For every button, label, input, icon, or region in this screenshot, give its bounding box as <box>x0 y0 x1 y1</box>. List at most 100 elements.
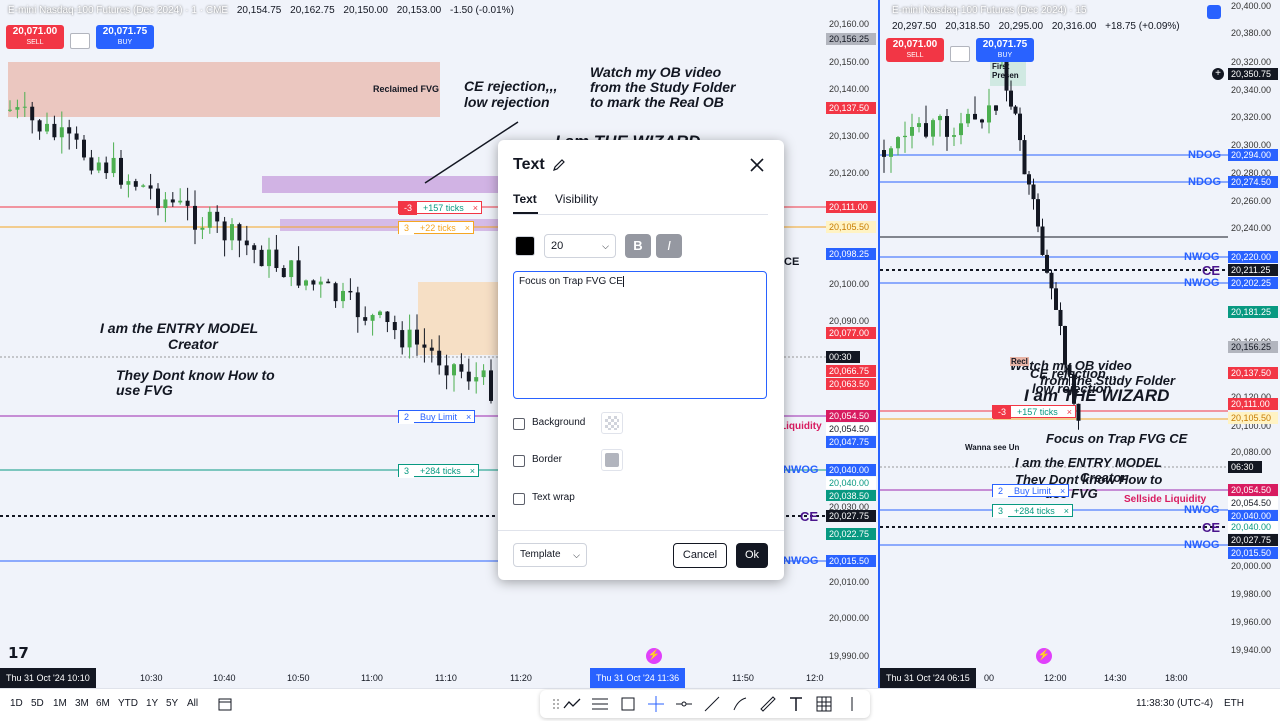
range-all[interactable]: All <box>187 698 198 709</box>
order-buy-limit[interactable]: 2 Buy Limit × <box>398 410 476 424</box>
font-size-select[interactable]: 20 ⌵ <box>544 234 616 258</box>
quantity-box[interactable] <box>70 33 90 49</box>
close-icon[interactable]: × <box>467 465 478 478</box>
ray-icon[interactable] <box>702 694 722 714</box>
creator-label[interactable]: Creator <box>168 336 218 352</box>
tradingview-logo[interactable]: 𝟭𝟳 <box>8 644 29 662</box>
close-icon[interactable]: × <box>463 411 474 424</box>
watch-ob-label-3[interactable]: to mark the Real OB <box>590 94 724 110</box>
range-5y[interactable]: 5Y <box>166 698 178 709</box>
order-target[interactable]: 3 +284 ticks × <box>398 464 480 478</box>
sell-button[interactable]: 20,071.00 SELL <box>886 38 944 62</box>
buy-button[interactable]: 20,071.75 BUY <box>976 38 1034 62</box>
lightning-icon[interactable]: ⚡ <box>646 648 662 664</box>
use-fvg-label[interactable]: use FVG <box>116 382 173 398</box>
order-tp[interactable]: 3 +22 ticks × <box>398 221 475 235</box>
background-checkbox[interactable] <box>513 418 525 430</box>
range-5d[interactable]: 5D <box>31 698 44 709</box>
session-label[interactable]: ETH <box>1224 698 1244 709</box>
cancel-button[interactable]: Cancel <box>673 543 727 568</box>
nwog-label-1[interactable]: NWOG <box>783 464 818 476</box>
recl-label[interactable]: Recl <box>1010 357 1029 366</box>
measure-icon[interactable] <box>758 694 778 714</box>
symbol-title[interactable]: E-mini Nasdaq-100 Futures (Dec 2024) · 1… <box>892 5 1087 16</box>
calendar-icon[interactable] <box>218 697 232 711</box>
brush-icon[interactable] <box>730 694 750 714</box>
border-option[interactable]: Border <box>513 449 763 471</box>
rectangle-icon[interactable] <box>618 694 638 714</box>
close-icon[interactable]: × <box>1061 505 1072 518</box>
order-sl[interactable]: -3 +157 ticks × <box>992 405 1077 419</box>
first-presented-label[interactable]: First Presen <box>992 62 1024 80</box>
range-1d[interactable]: 1D <box>10 698 23 709</box>
sync-icon[interactable] <box>1207 5 1221 19</box>
creator-label[interactable]: Creator <box>1080 470 1126 485</box>
reclaimed-fvg-label[interactable]: Reclaimed FVG <box>373 84 439 94</box>
quantity-box[interactable] <box>950 46 970 62</box>
nwog-label-2[interactable]: NWOG <box>1184 277 1219 289</box>
dont-know-label[interactable]: They Dont know How to <box>116 367 275 383</box>
order-target[interactable]: 3 +284 ticks × <box>992 504 1074 518</box>
watch-ob-label-1[interactable]: Watch my OB video <box>590 64 721 80</box>
template-dropdown[interactable]: Template ⌵ <box>513 543 587 567</box>
right-price-scale[interactable]: 20,400.00 20,380.00 20,340.00 20,320.00 … <box>1228 0 1280 668</box>
more-icon[interactable] <box>842 694 862 714</box>
right-time-axis[interactable]: Thu 31 Oct '24 06:15 00 12:00 14:30 18:0… <box>880 668 1280 688</box>
range-3m[interactable]: 3M <box>75 698 89 709</box>
ndog-label-1[interactable]: NDOG <box>1188 149 1221 161</box>
range-1y[interactable]: 1Y <box>146 698 158 709</box>
wizard-label[interactable]: I am THE WIZARD <box>1024 386 1169 406</box>
liquidity-label[interactable]: Liquidity <box>780 421 822 432</box>
close-icon[interactable]: × <box>462 222 473 235</box>
trend-line-icon[interactable] <box>562 694 582 714</box>
horizontal-line-icon[interactable] <box>674 694 694 714</box>
symbol-title[interactable]: E-mini Nasdaq-100 Futures (Dec 2024) · 1… <box>8 5 228 16</box>
crosshair-icon[interactable] <box>646 694 666 714</box>
close-icon[interactable]: × <box>1064 406 1075 419</box>
entry-model-label[interactable]: I am the ENTRY MODEL <box>1015 455 1162 470</box>
nwog-label-3[interactable]: NWOG <box>1184 504 1219 516</box>
range-6m[interactable]: 6M <box>96 698 110 709</box>
ce-partial-label[interactable]: CE <box>784 256 799 268</box>
bold-button[interactable]: B <box>625 234 651 258</box>
range-ytd[interactable]: YTD <box>118 698 138 709</box>
lightning-icon[interactable]: ⚡ <box>1036 648 1052 664</box>
nwog-label-4[interactable]: NWOG <box>1184 539 1219 551</box>
text-wrap-option[interactable]: Text wrap <box>513 492 763 508</box>
tab-text[interactable]: Text <box>513 192 537 206</box>
order-buy-limit[interactable]: 2 Buy Limit × <box>992 484 1070 498</box>
watch-ob-label-2[interactable]: from the Study Folder <box>590 79 735 95</box>
ce-label-1[interactable]: CE <box>1202 263 1220 278</box>
low-rejection-label[interactable]: low rejection <box>464 94 550 110</box>
right-chart-canvas[interactable] <box>880 0 1280 668</box>
add-alert-icon[interactable]: + <box>1212 68 1224 80</box>
close-icon[interactable]: × <box>1057 485 1068 498</box>
text-input[interactable]: Focus on Trap FVG CE <box>513 271 767 399</box>
table-icon[interactable] <box>814 694 834 714</box>
fib-icon[interactable] <box>590 694 610 714</box>
italic-button[interactable]: I <box>656 234 682 258</box>
ndog-label-2[interactable]: NDOG <box>1188 176 1221 188</box>
border-checkbox[interactable] <box>513 455 525 467</box>
tab-visibility[interactable]: Visibility <box>555 192 598 206</box>
order-sl[interactable]: -3 +157 ticks × <box>398 201 483 215</box>
text-wrap-checkbox[interactable] <box>513 493 525 505</box>
nwog-label-2[interactable]: NWOG <box>783 555 818 567</box>
left-price-scale[interactable]: 20,160.00 20,150.00 20,140.00 20,130.00 … <box>826 0 878 668</box>
right-chart-pane[interactable]: E-mini Nasdaq-100 Futures (Dec 2024) · 1… <box>880 0 1280 688</box>
border-color-swatch[interactable] <box>601 449 623 471</box>
text-tool-icon[interactable] <box>786 694 806 714</box>
entry-model-label[interactable]: I am the ENTRY MODEL <box>100 320 258 336</box>
focus-label[interactable]: Focus on Trap FVG CE <box>1046 431 1187 446</box>
ce-label-2[interactable]: CE <box>1202 520 1220 535</box>
ok-button[interactable]: Ok <box>736 543 768 568</box>
range-1m[interactable]: 1M <box>53 698 67 709</box>
buy-button[interactable]: 20,071.75 BUY <box>96 25 154 49</box>
close-icon[interactable] <box>748 156 766 174</box>
wanna-see-label[interactable]: Wanna see Un <box>965 443 1019 452</box>
nwog-label-1[interactable]: NWOG <box>1184 251 1219 263</box>
ce-rejection-label[interactable]: CE rejection,,, <box>464 78 557 94</box>
pencil-icon[interactable] <box>552 158 566 172</box>
sell-button[interactable]: 20,071.00 SELL <box>6 25 64 49</box>
background-option[interactable]: Background <box>513 412 763 434</box>
